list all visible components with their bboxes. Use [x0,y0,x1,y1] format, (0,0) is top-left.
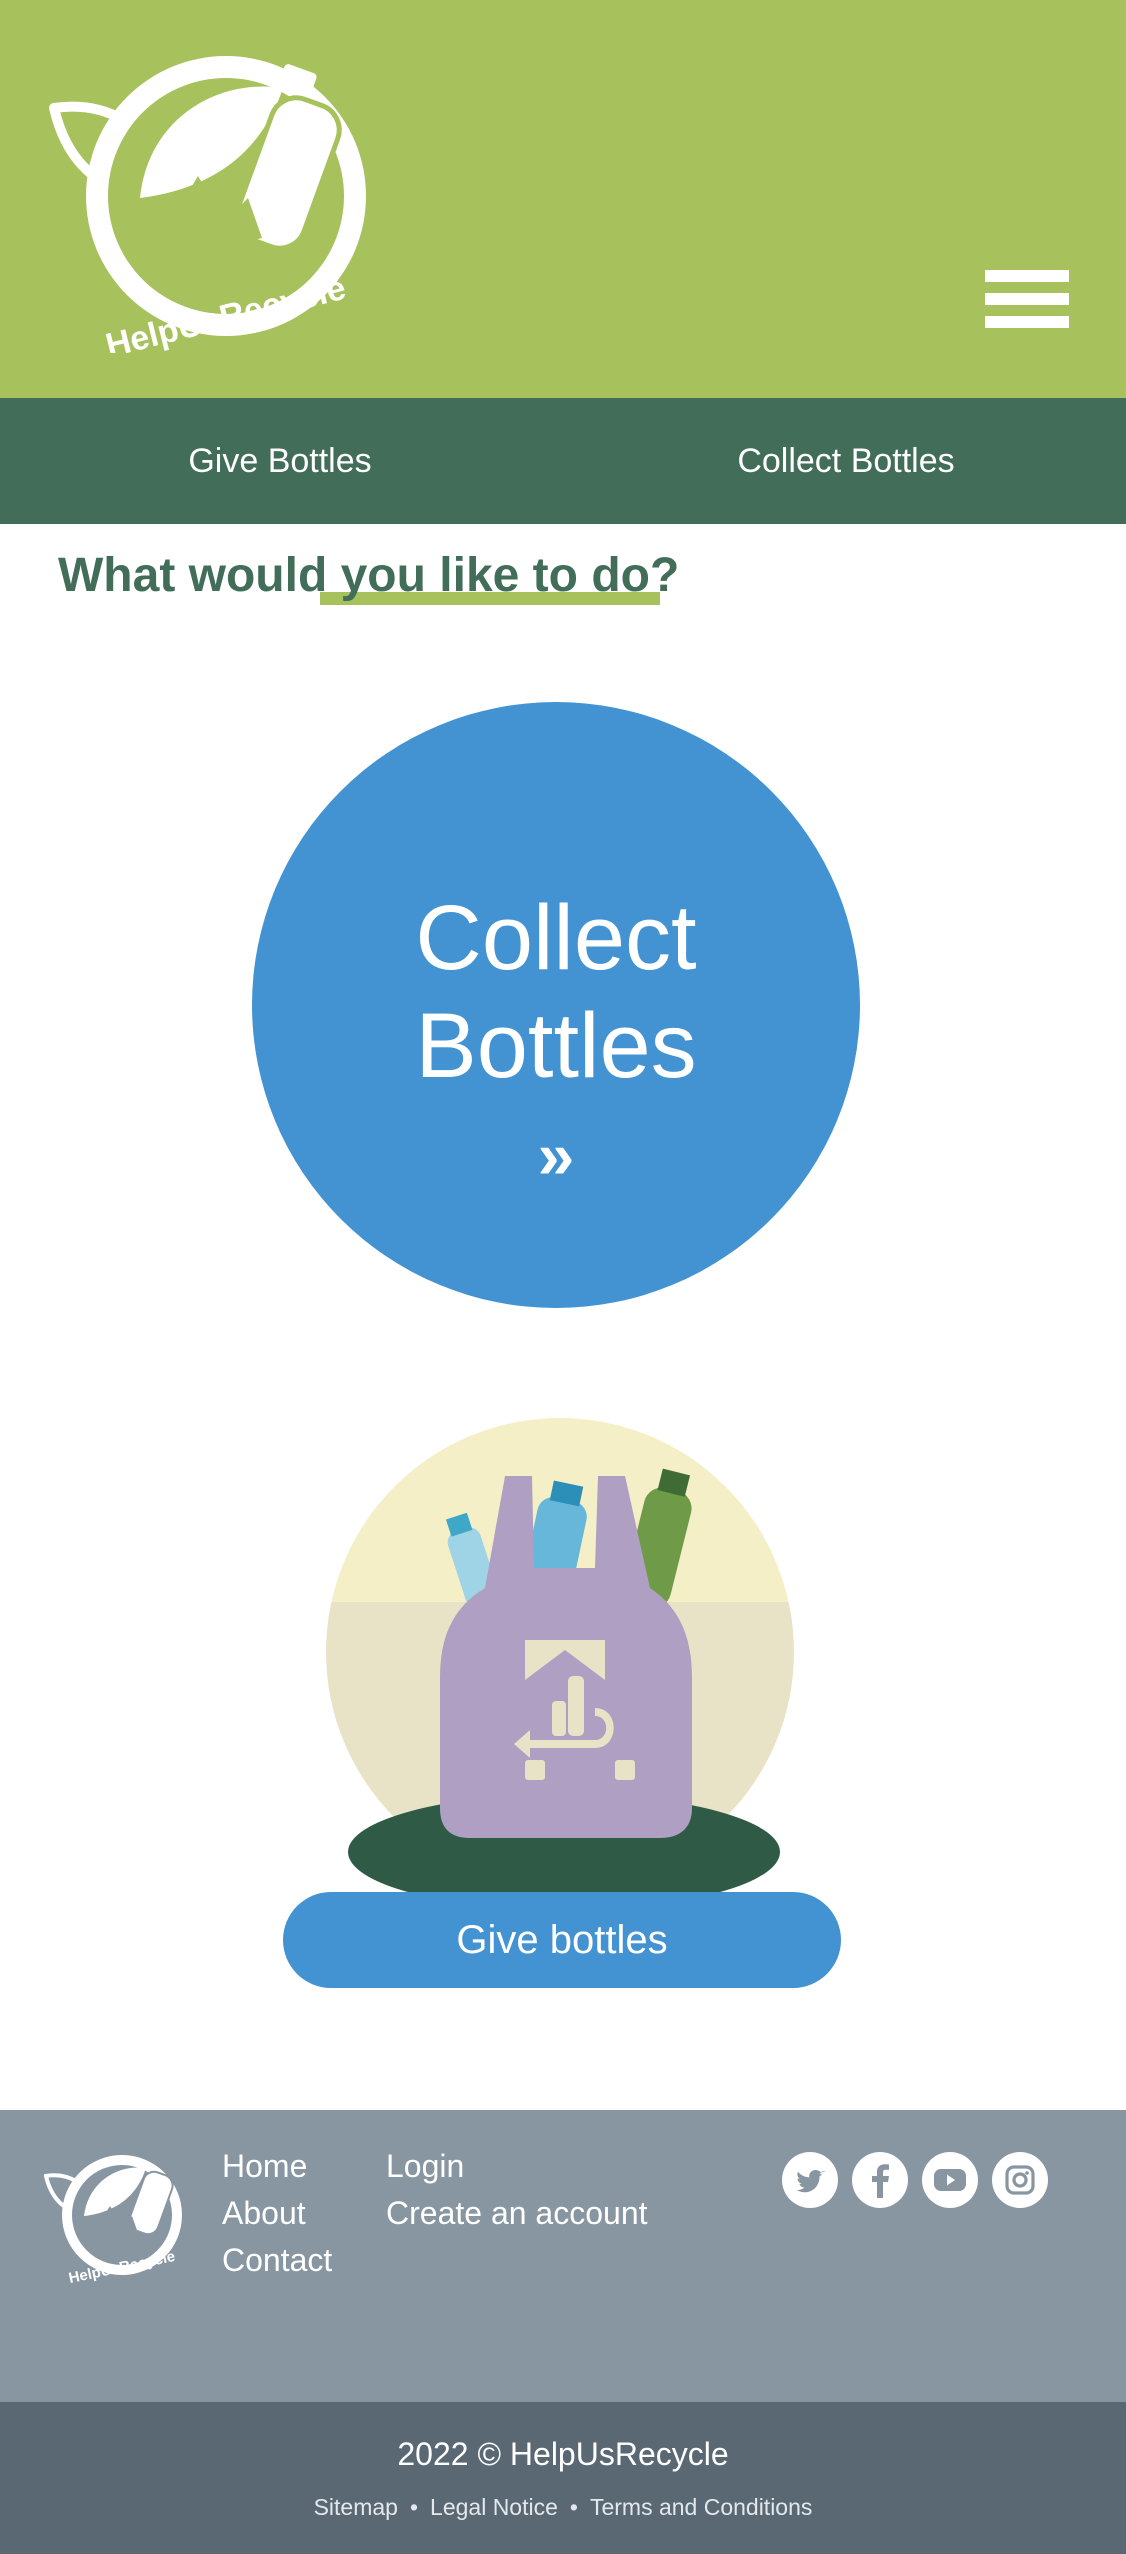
instagram-icon[interactable] [992,2152,1048,2208]
page-heading: What would you like to do? [58,549,680,602]
footer-link-login[interactable]: Login [386,2144,464,2188]
give-bottles-button[interactable]: Give bottles [283,1892,841,1988]
footer-link-create-account[interactable]: Create an account [386,2191,648,2235]
collect-line-1: Collect [415,887,697,989]
footer-link-home[interactable]: Home [222,2144,307,2188]
nav-give-bottles[interactable]: Give Bottles [0,398,560,524]
twitter-icon[interactable] [782,2152,838,2208]
collect-bottles-button[interactable]: Collect Bottles » [252,702,860,1308]
bag-of-bottles-illustration [326,1418,794,1910]
double-chevron-right-icon: » [537,1118,575,1192]
youtube-icon[interactable] [922,2152,978,2208]
legal-links: Sitemap • Legal Notice • Terms and Condition… [0,2494,1126,2521]
footer-link-contact[interactable]: Contact [222,2238,332,2282]
sitemap-link[interactable]: Sitemap [314,2494,398,2520]
legal-notice-link[interactable]: Legal Notice [430,2494,558,2520]
copyright-text: 2022 © HelpUsRecycle [397,2436,729,2472]
hamburger-menu-icon[interactable] [985,270,1069,328]
collect-line-2: Bottles [415,995,697,1097]
site-header: HelpUsRecycle [0,0,1126,398]
main-nav: Give Bottles Collect Bottles [0,398,1126,524]
footer-logo[interactable]: HelpUsRecycle [44,2150,184,2284]
nav-collect-bottles[interactable]: Collect Bottles [566,398,1126,524]
collect-bottles-label: Collect Bottles [252,884,860,1100]
site-footer: HelpUsRecycle Home About Contact Login C… [0,2110,1126,2402]
legal-separator: • [409,2494,419,2520]
helpusrecycle-logo[interactable]: HelpUsRecycle [48,48,368,353]
legal-separator: • [569,2494,578,2520]
footer-link-about[interactable]: About [222,2191,306,2235]
facebook-icon[interactable] [852,2152,908,2208]
terms-and-conditions-link[interactable]: Terms and Conditions [590,2494,812,2520]
bottom-bar: 2022 © HelpUsRecycle Sitemap • Legal Notic… [0,2402,1126,2554]
